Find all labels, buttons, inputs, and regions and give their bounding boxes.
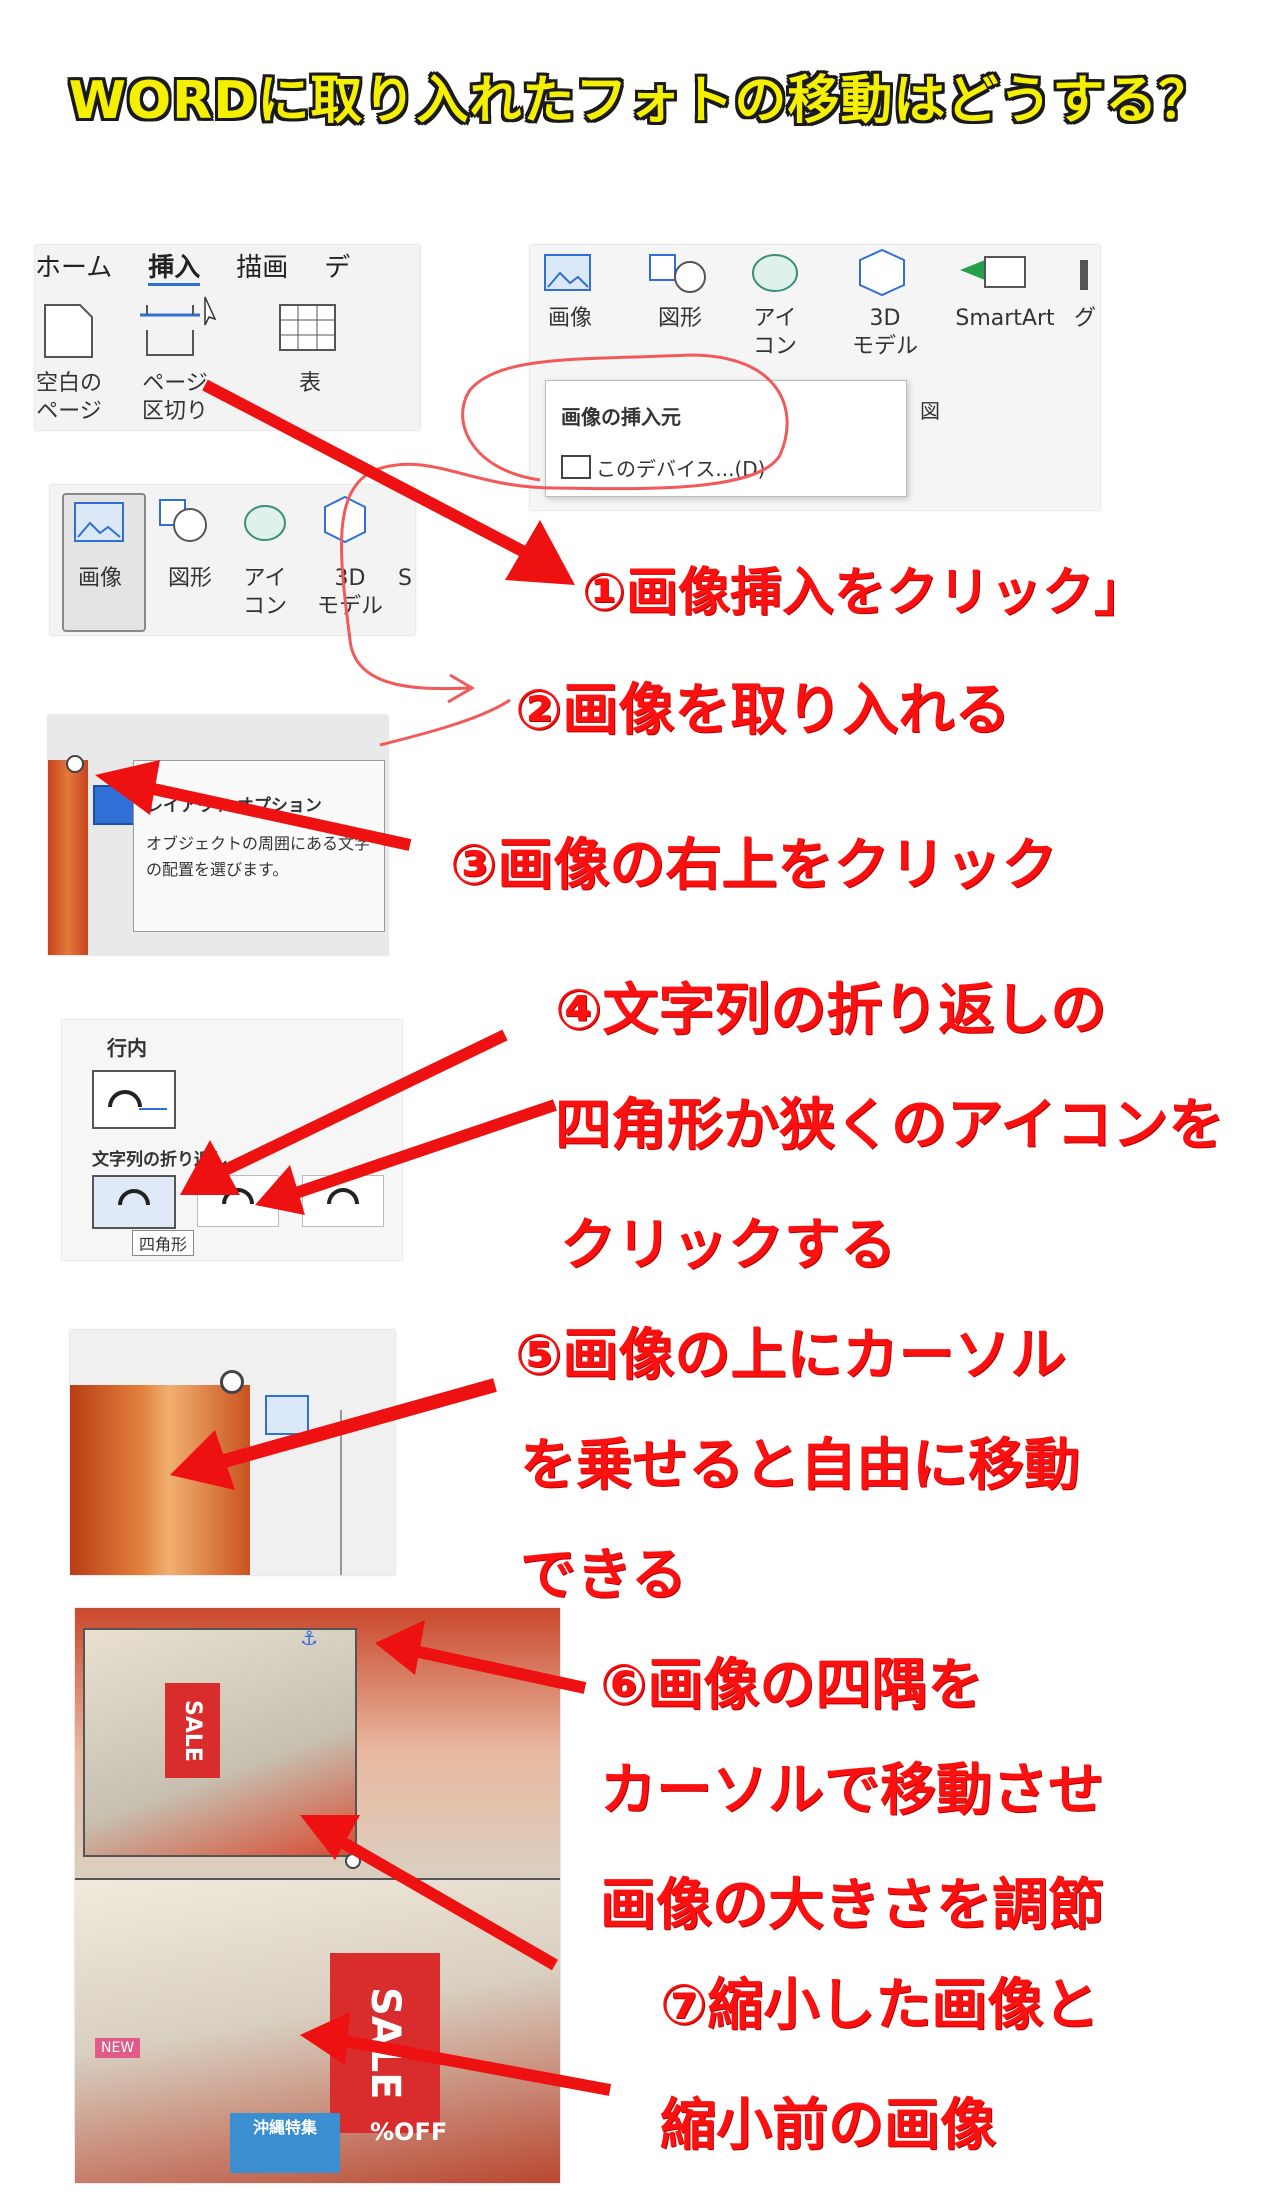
step-5-caption-line1: ⑤画像の上にカーソル bbox=[515, 1323, 1067, 1388]
step-6-caption-line1: ⑥画像の四隅を bbox=[600, 1653, 984, 1718]
handdrawn-loop bbox=[340, 353, 789, 691]
step-7-caption-line2: 縮小前の画像 bbox=[660, 2093, 996, 2158]
arrow-step4-b bbox=[255, 1099, 557, 1215]
step-2-caption: ②画像を取り入れる bbox=[515, 678, 1011, 743]
step-5-caption-line3: できる bbox=[520, 1543, 687, 1608]
step-4-caption-line1: ④文字列の折り返しの bbox=[555, 978, 1107, 1043]
step-4-caption-line2: 四角形か狭くのアイコンを bbox=[555, 1093, 1225, 1158]
step-5-caption-line2: を乗せると自由に移動 bbox=[520, 1433, 1080, 1498]
step-1-caption: ①画像挿入をクリック」 bbox=[582, 563, 1147, 623]
arrow-step6 bbox=[375, 1620, 587, 1694]
arrow-step7-a bbox=[300, 1815, 559, 1971]
step-6-caption-line3: 画像の大きさを調節 bbox=[600, 1873, 1104, 1938]
arrow-step7-b bbox=[300, 2012, 612, 2096]
handdrawn-line bbox=[379, 698, 511, 747]
step-3-caption: ③画像の右上をクリック bbox=[450, 833, 1058, 898]
arrow-step3 bbox=[95, 760, 412, 851]
step-4-caption-line3: クリックする bbox=[560, 1213, 896, 1278]
step-6-caption-line2: カーソルで移動させ bbox=[600, 1758, 1104, 1823]
arrow-step5 bbox=[170, 1378, 497, 1490]
step-7-caption-line1: ⑦縮小した画像と bbox=[660, 1973, 1100, 2038]
